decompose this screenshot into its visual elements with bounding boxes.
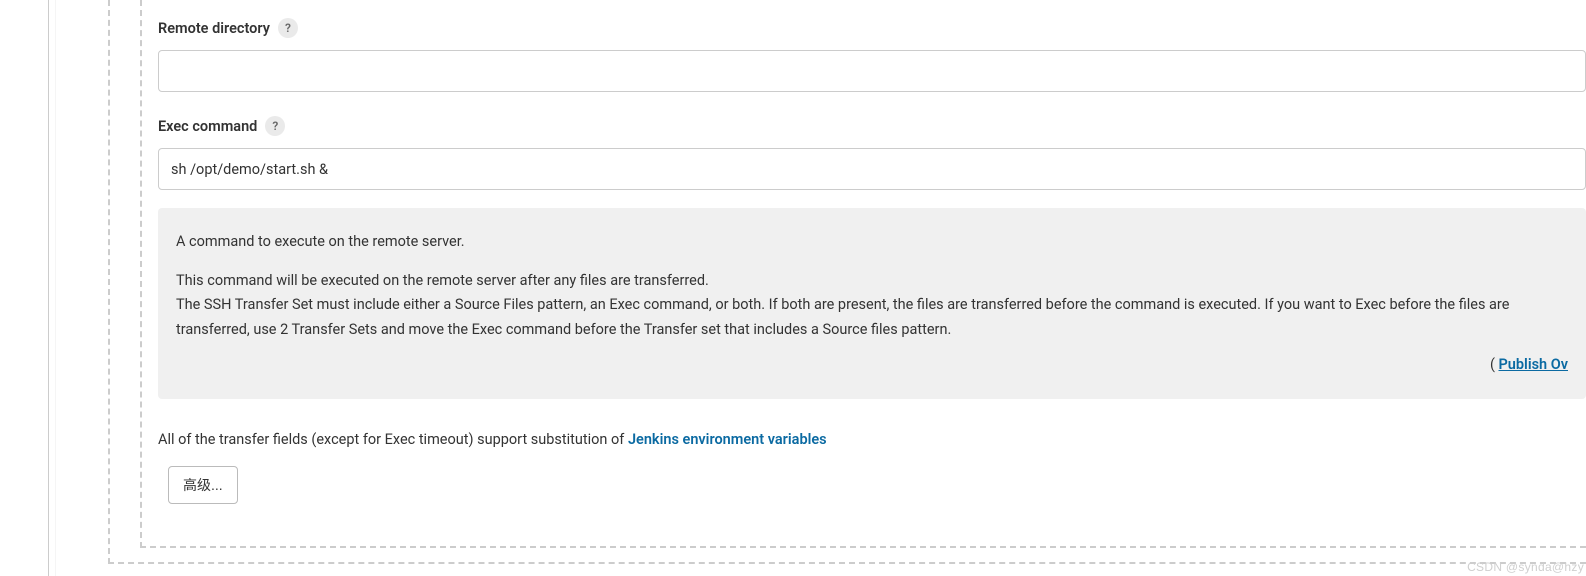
advanced-button[interactable]: 高级... [168, 466, 238, 504]
remote-directory-input[interactable] [158, 50, 1586, 92]
plugin-link-row: ( Publish Ov [176, 353, 1568, 378]
jenkins-env-vars-link[interactable]: Jenkins environment variables [628, 431, 827, 448]
help-icon[interactable]: ? [278, 18, 298, 38]
exec-command-label: Exec command [158, 118, 257, 135]
help-text-line2: This command will be executed on the rem… [176, 269, 1568, 294]
help-text-line3: The SSH Transfer Set must include either… [176, 293, 1568, 342]
remote-directory-group: Remote directory ? [158, 18, 1586, 92]
help-text-line1: A command to execute on the remote serve… [176, 230, 1568, 255]
exec-command-group: Exec command ? A command to execute on t… [158, 116, 1586, 399]
substitution-note: All of the transfer fields (except for E… [158, 431, 1586, 448]
watermark: CSDN @synda@hzy [1467, 560, 1584, 574]
paren-open: ( [1490, 356, 1499, 373]
help-icon[interactable]: ? [265, 116, 285, 136]
remote-directory-label: Remote directory [158, 20, 270, 37]
plugin-link[interactable]: Publish Ov [1499, 356, 1569, 373]
exec-command-input[interactable] [158, 148, 1586, 190]
exec-command-help-box: A command to execute on the remote serve… [158, 208, 1586, 399]
substitution-prefix: All of the transfer fields (except for E… [158, 431, 628, 448]
